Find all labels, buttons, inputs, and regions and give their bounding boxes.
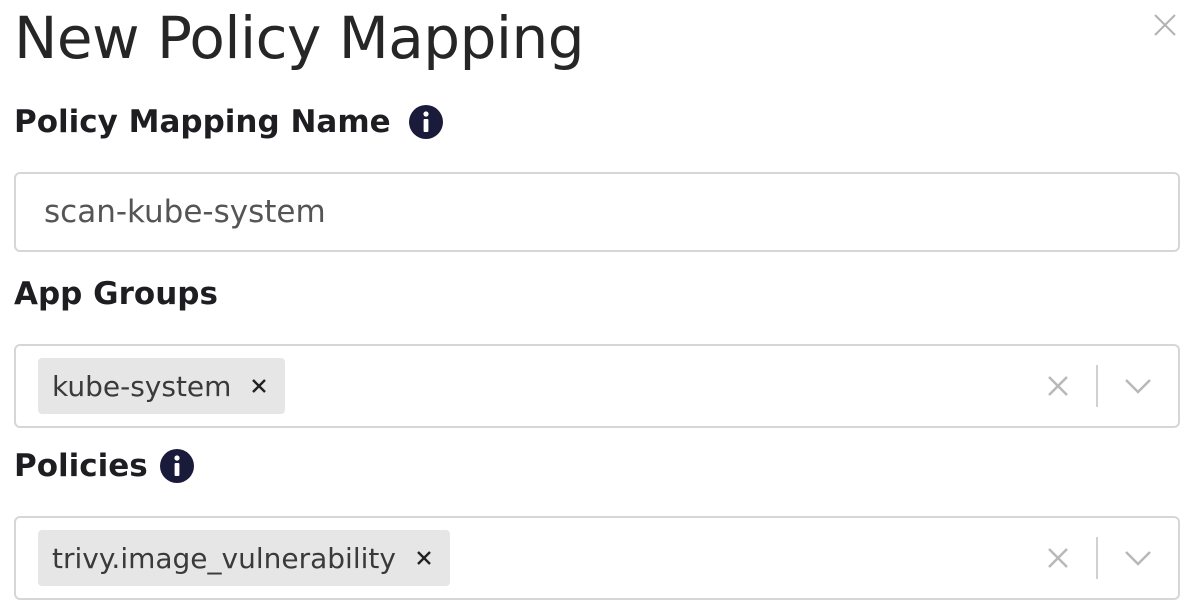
app-groups-label-text: App Groups [14, 276, 218, 312]
dropdown-toggle[interactable] [1098, 538, 1178, 578]
policy-mapping-name-label: Policy Mapping Name [14, 104, 443, 140]
close-icon [417, 551, 431, 565]
dialog-title: New Policy Mapping [14, 4, 585, 72]
close-button[interactable] [1148, 8, 1182, 42]
close-icon [1154, 14, 1176, 36]
app-groups-select[interactable]: kube-system [14, 344, 1180, 428]
new-policy-mapping-dialog: New Policy Mapping Policy Mapping Name A… [0, 0, 1200, 600]
app-groups-label: App Groups [14, 276, 218, 312]
select-controls [1038, 518, 1178, 598]
policies-label: Policies [14, 448, 194, 484]
chevron-down-icon [1125, 551, 1151, 566]
chip-label: trivy.image_vulnerability [52, 541, 396, 575]
selected-chip-app-group: kube-system [38, 358, 286, 414]
info-icon[interactable] [159, 449, 194, 483]
dropdown-toggle[interactable] [1098, 366, 1178, 406]
chevron-down-icon [1125, 379, 1151, 394]
close-icon [252, 379, 267, 393]
clear-selection-button[interactable] [1038, 366, 1078, 406]
chip-remove-button[interactable] [410, 544, 438, 572]
policies-label-text: Policies [14, 448, 148, 484]
info-icon[interactable] [408, 105, 443, 139]
clear-icon [1048, 548, 1068, 568]
policy-mapping-name-input[interactable] [14, 172, 1180, 252]
chip-label: kube-system [52, 369, 232, 403]
policy-mapping-name-label-text: Policy Mapping Name [14, 104, 391, 140]
clear-icon [1048, 376, 1068, 396]
chip-remove-button[interactable] [245, 372, 273, 400]
selected-chip-policy: trivy.image_vulnerability [38, 530, 450, 586]
select-controls [1038, 346, 1178, 426]
clear-selection-button[interactable] [1038, 538, 1078, 578]
policies-select[interactable]: trivy.image_vulnerability [14, 516, 1180, 600]
